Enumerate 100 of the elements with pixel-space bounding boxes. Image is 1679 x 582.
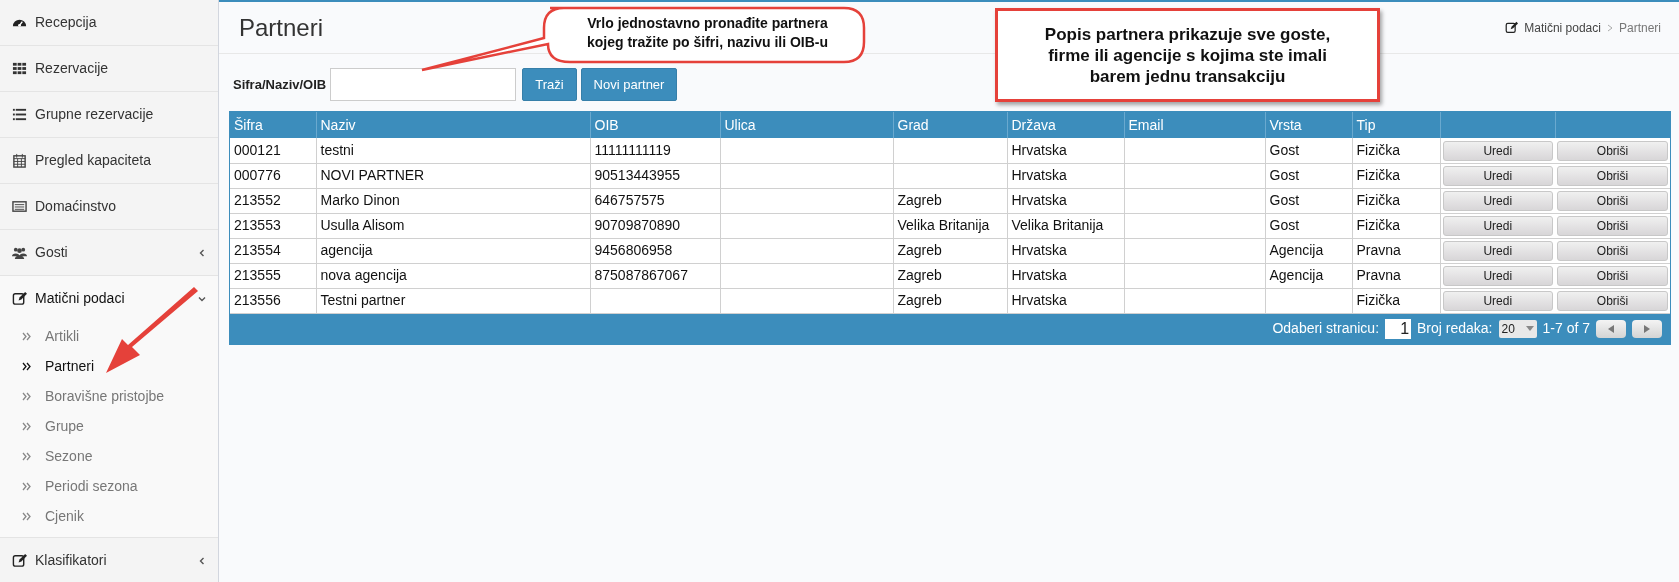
edit-button[interactable]: Uredi	[1442, 191, 1553, 211]
table-cell: Velika Britanija	[1007, 213, 1124, 238]
submenu-item[interactable]: Partneri	[0, 351, 218, 381]
edit-button[interactable]: Uredi	[1442, 291, 1553, 311]
table-cell: Zagreb	[893, 188, 1007, 213]
delete-button[interactable]: Obriši	[1557, 140, 1668, 161]
rows-dropdown[interactable]: 20	[1498, 319, 1537, 338]
page-range: 1-7 of 7	[1542, 319, 1590, 338]
table-cell: 11111111119	[590, 138, 720, 163]
column-header: Naziv	[316, 112, 590, 138]
table-cell: Fizička	[1352, 213, 1440, 238]
rows-label: Broj redaka:	[1417, 319, 1493, 338]
submenu-item[interactable]: Boravišne pristojbe	[0, 381, 218, 411]
edit-button[interactable]: Uredi	[1442, 166, 1553, 186]
card-icon	[12, 199, 27, 214]
submenu-item[interactable]: Cjenik	[0, 501, 218, 531]
table-cell: Marko Dinon	[316, 188, 590, 213]
column-header: Grad	[893, 112, 1007, 138]
edit-button[interactable]: Uredi	[1442, 241, 1553, 261]
table-cell: agencija	[316, 238, 590, 263]
delete-button[interactable]: Obriši	[1557, 216, 1668, 236]
table-cell: Fizička	[1352, 188, 1440, 213]
submenu-item[interactable]: Artikli	[0, 321, 218, 351]
callout-text: Popis partnera prikazuje sve goste, firme ili agencije s kojima ste imali barem jednu transakciju	[1043, 23, 1332, 87]
previous-page-button[interactable]	[1596, 319, 1626, 338]
search-button[interactable]: Traži	[522, 68, 577, 101]
table-cell: Pravna	[1352, 238, 1440, 263]
sidebar-item[interactable]: Matični podaci	[0, 276, 218, 321]
table-cell: Hrvatska	[1007, 238, 1124, 263]
table-cell: Fizička	[1352, 163, 1440, 188]
table-cell: 213555	[230, 263, 316, 288]
callout-text: Vrlo jednostavno pronađite partnera kojeg tražite po šifri, nazivu ili OIB-u	[585, 14, 830, 52]
delete-button[interactable]: Obriši	[1557, 241, 1668, 261]
left-triangle-icon	[1608, 324, 1614, 333]
table-cell: Gost	[1265, 213, 1352, 238]
table-cell: Zagreb	[893, 288, 1007, 313]
column-header: Ulica	[720, 112, 893, 138]
table-cell: Hrvatska	[1007, 188, 1124, 213]
delete-button[interactable]: Obriši	[1557, 166, 1668, 186]
table-cell: Pravna	[1352, 263, 1440, 288]
sidebar-item[interactable]: Klasifikatori	[0, 538, 218, 582]
submenu-item[interactable]: Grupe	[0, 411, 218, 441]
table-cell: 000776	[230, 163, 316, 188]
column-header: Vrsta	[1265, 112, 1352, 138]
double-chevron-icon	[22, 391, 31, 401]
edit-button[interactable]: Uredi	[1442, 140, 1553, 161]
table-cell: Hrvatska	[1007, 138, 1124, 163]
table-cell: 90513443955	[590, 163, 720, 188]
submenu-item[interactable]: Sezone	[0, 441, 218, 471]
edit-button[interactable]: Uredi	[1442, 216, 1553, 236]
table-cell: Hrvatska	[1007, 163, 1124, 188]
breadcrumb-link[interactable]: Matični podaci	[1524, 18, 1601, 37]
table-cell: Testni partner	[316, 288, 590, 313]
right-triangle-icon	[1644, 324, 1650, 333]
page-label: Odaberi stranicu:	[1272, 319, 1380, 338]
submenu-item[interactable]: Periodi sezona	[0, 471, 218, 501]
delete-button[interactable]: Obriši	[1557, 191, 1668, 211]
users-icon	[12, 245, 27, 260]
sidebar-item[interactable]: Domaćinstvo	[0, 184, 218, 229]
double-chevron-icon	[22, 361, 31, 371]
table-cell: NOVI PARTNER	[316, 163, 590, 188]
delete-button[interactable]: Obriši	[1557, 266, 1668, 286]
sidebar-item[interactable]: Recepcija	[0, 0, 218, 45]
table-cell: Zagreb	[893, 263, 1007, 288]
table-cell: nova agencija	[316, 263, 590, 288]
sidebar-item[interactable]: Pregled kapaciteta	[0, 138, 218, 183]
edit-icon	[1505, 21, 1519, 34]
table-cell: Hrvatska	[1007, 263, 1124, 288]
breadcrumb-link[interactable]: Partneri	[1618, 18, 1661, 37]
double-chevron-icon	[22, 481, 31, 491]
new-partner-button[interactable]: Novi partner	[580, 68, 678, 101]
table-cell: 90709870890	[590, 213, 720, 238]
double-chevron-icon	[22, 421, 31, 431]
caret-icon	[1525, 326, 1534, 331]
page-title: Partneri	[239, 12, 324, 43]
table-cell: 213556	[230, 288, 316, 313]
table-cell: Gost	[1265, 188, 1352, 213]
table-cell: 000121	[230, 138, 316, 163]
table-cell: 213552	[230, 188, 316, 213]
double-chevron-icon	[22, 451, 31, 461]
list-icon	[12, 107, 27, 122]
column-header: Država	[1007, 112, 1124, 138]
table-cell: 646757575	[590, 188, 720, 213]
edit-button[interactable]: Uredi	[1442, 266, 1553, 286]
delete-button[interactable]: Obriši	[1557, 291, 1668, 311]
search-label: Sifra/Naziv/OIB	[233, 75, 327, 94]
next-page-button[interactable]	[1632, 319, 1662, 338]
table-cell: Fizička	[1352, 138, 1440, 163]
table-cell: Velika Britanija	[893, 213, 1007, 238]
sidebar-item[interactable]: Grupne rezervacije	[0, 92, 218, 137]
search-field[interactable]	[330, 68, 517, 101]
double-chevron-icon	[22, 331, 31, 341]
table-cell: Gost	[1265, 163, 1352, 188]
sidebar-item[interactable]: Rezervacije	[0, 46, 218, 91]
column-header: OIB	[590, 112, 720, 138]
page-field[interactable]: 1	[1385, 318, 1412, 339]
sidebar-item[interactable]: Gosti	[0, 230, 218, 275]
table-cell: Agencija	[1265, 263, 1352, 288]
edit-icon	[12, 553, 27, 568]
table-cell: Zagreb	[893, 238, 1007, 263]
